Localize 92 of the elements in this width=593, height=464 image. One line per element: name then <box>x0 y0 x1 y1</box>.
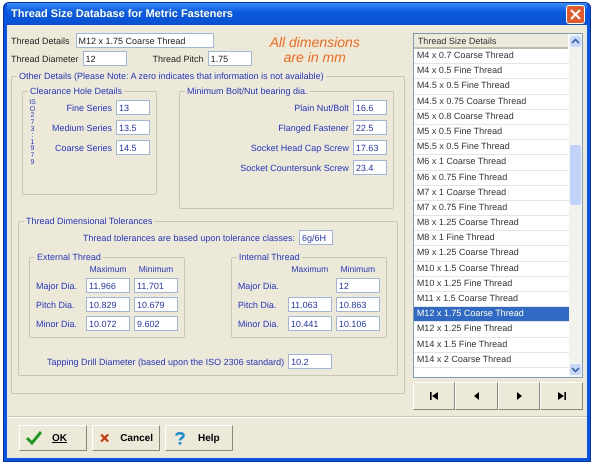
list-item[interactable]: M4 x 0.5 Fine Thread <box>414 64 569 80</box>
row-label: Major Dia. <box>36 280 78 290</box>
units-note: are in mm <box>284 50 346 65</box>
scroll-up-icon[interactable] <box>570 36 581 47</box>
field-label: Socket Head Cap Screw <box>250 142 349 152</box>
close-button[interactable] <box>566 4 585 24</box>
tolerance-class-field[interactable]: 6g/6H <box>298 230 333 245</box>
list-item[interactable]: M7 x 1 Coarse Thread <box>414 186 569 201</box>
next-icon <box>514 392 524 400</box>
field-label: Plain Nut/Bolt <box>294 102 349 112</box>
column-header: Minimum <box>138 264 174 274</box>
value-field[interactable]: 23.4 <box>352 160 387 175</box>
previous-icon <box>472 392 482 400</box>
field-label: Thread tolerances are based upon tolerance classes: <box>82 232 295 242</box>
navigator-button[interactable] <box>412 382 456 410</box>
list-item[interactable]: M7 x 0.75 Fine Thread <box>414 200 569 216</box>
field-label: Tapping Drill Diameter (based upon the ISO 2306 standard) <box>47 356 284 366</box>
thread-diameter-field[interactable]: 12 <box>82 51 127 66</box>
value-field[interactable]: 10.829 <box>86 297 130 312</box>
group-title: External Thread <box>35 252 103 263</box>
column-header: Maximum <box>290 264 330 274</box>
row-label: Pitch Dia. <box>36 300 76 310</box>
first-record-icon <box>429 392 440 400</box>
list-item[interactable]: M5 x 0.5 Fine Thread <box>414 124 569 140</box>
ok-button[interactable]: OK <box>19 425 87 451</box>
value-field[interactable]: 10.072 <box>86 316 130 331</box>
field-label: Socket Countersunk Screw <box>240 162 349 172</box>
column-header: Minimum <box>340 264 376 274</box>
column-header: Maximum <box>88 264 128 274</box>
value-field[interactable]: 10.441 <box>288 316 332 331</box>
list-item[interactable]: M4 x 0.7 Coarse Thread <box>414 49 569 64</box>
value-field[interactable]: 16.6 <box>352 100 387 115</box>
row-label: Minor Dia. <box>36 318 78 328</box>
value-field[interactable]: 11.701 <box>134 278 178 293</box>
group-title: Internal Thread <box>236 252 302 263</box>
list-item[interactable]: M9 x 1.25 Coarse Thread <box>414 246 569 262</box>
list-item[interactable]: M12 x 1.25 Fine Thread <box>414 322 569 338</box>
field-label: Thread Details <box>11 36 70 46</box>
field-label: Medium Series <box>52 122 112 132</box>
list-item[interactable]: M6 x 0.75 Fine Thread <box>414 170 569 186</box>
thread-details-field[interactable]: M12 x 1.75 Coarse Thread <box>76 33 214 48</box>
list-item[interactable]: M8 x 1.25 Coarse Thread <box>414 216 569 232</box>
tapping-drill-field[interactable]: 10.2 <box>288 354 332 369</box>
list-item[interactable]: M8 x 1 Fine Thread <box>414 231 569 246</box>
list-item[interactable]: M5.5 x 0.5 Fine Thread <box>414 140 569 156</box>
list-item[interactable]: M4.5 x 0.75 Coarse Thread <box>414 94 569 110</box>
thread-pitch-field[interactable]: 1.75 <box>208 51 252 66</box>
field-label: Thread Pitch <box>152 54 204 64</box>
checkmark-icon <box>26 430 42 446</box>
value-field[interactable]: 10.863 <box>336 297 380 312</box>
window-title: Thread Size Database for Metric Fasteners <box>11 8 233 20</box>
value-field[interactable]: 14.5 <box>116 140 150 155</box>
scrollbar[interactable] <box>569 34 582 377</box>
value-field[interactable]: 22.5 <box>352 120 387 135</box>
group-title: Minimum Bolt/Nut bearing dia. <box>185 86 310 97</box>
list-item[interactable]: M6 x 1 Coarse Thread <box>414 155 569 170</box>
scroll-down-icon[interactable] <box>570 364 581 375</box>
group-title: Clearance Hole Details <box>28 86 124 97</box>
value-field[interactable]: 17.63 <box>352 140 387 155</box>
value-field[interactable]: 12 <box>336 278 380 293</box>
units-note: All dimensions <box>270 35 360 50</box>
navigator-button[interactable] <box>540 382 583 410</box>
close-icon <box>570 8 581 20</box>
last-record-icon <box>556 392 567 400</box>
scroll-thumb[interactable] <box>570 145 581 205</box>
list-item[interactable]: M12 x 1.75 Coarse Thread <box>414 307 569 322</box>
list-item[interactable]: M14 x 2 Coarse Thread <box>414 352 569 368</box>
help-button[interactable]: Help <box>165 425 233 451</box>
field-label: Thread Diameter <box>11 54 79 64</box>
field-label: Flanged Fastener <box>278 122 349 132</box>
field-label: Coarse Series <box>54 142 112 152</box>
list-item[interactable]: M5 x 0.8 Coarse Thread <box>414 110 569 125</box>
question-mark-icon <box>172 430 188 446</box>
value-field[interactable]: 11.063 <box>288 297 332 312</box>
row-label: Pitch Dia. <box>238 300 278 310</box>
group-title: Thread Dimensional Tolerances <box>24 216 154 227</box>
value-field[interactable]: 9.602 <box>134 316 178 331</box>
value-field[interactable]: 11.966 <box>86 278 130 293</box>
cancel-button[interactable]: Cancel <box>92 425 160 451</box>
row-label: Minor Dia. <box>238 318 280 328</box>
value-field[interactable]: 13.5 <box>116 120 150 135</box>
value-field[interactable]: 10.679 <box>134 297 178 312</box>
group-title: Other Details (Please Note: A zero indicates that information is not available) <box>17 71 326 82</box>
list-item[interactable]: M4.5 x 0.5 Fine Thread <box>414 79 569 95</box>
row-label: Major Dia. <box>238 280 280 290</box>
field-label: Fine Series <box>66 102 112 112</box>
list-item[interactable]: M10 x 1.5 Coarse Thread <box>414 262 569 277</box>
list-header: Thread Size Details <box>414 34 568 49</box>
value-field[interactable]: 10.106 <box>336 316 380 331</box>
list-item[interactable]: M14 x 1.5 Fine Thread <box>414 338 569 353</box>
value-field[interactable]: 13 <box>116 100 150 115</box>
list-item[interactable]: M10 x 1.25 Fine Thread <box>414 276 569 292</box>
